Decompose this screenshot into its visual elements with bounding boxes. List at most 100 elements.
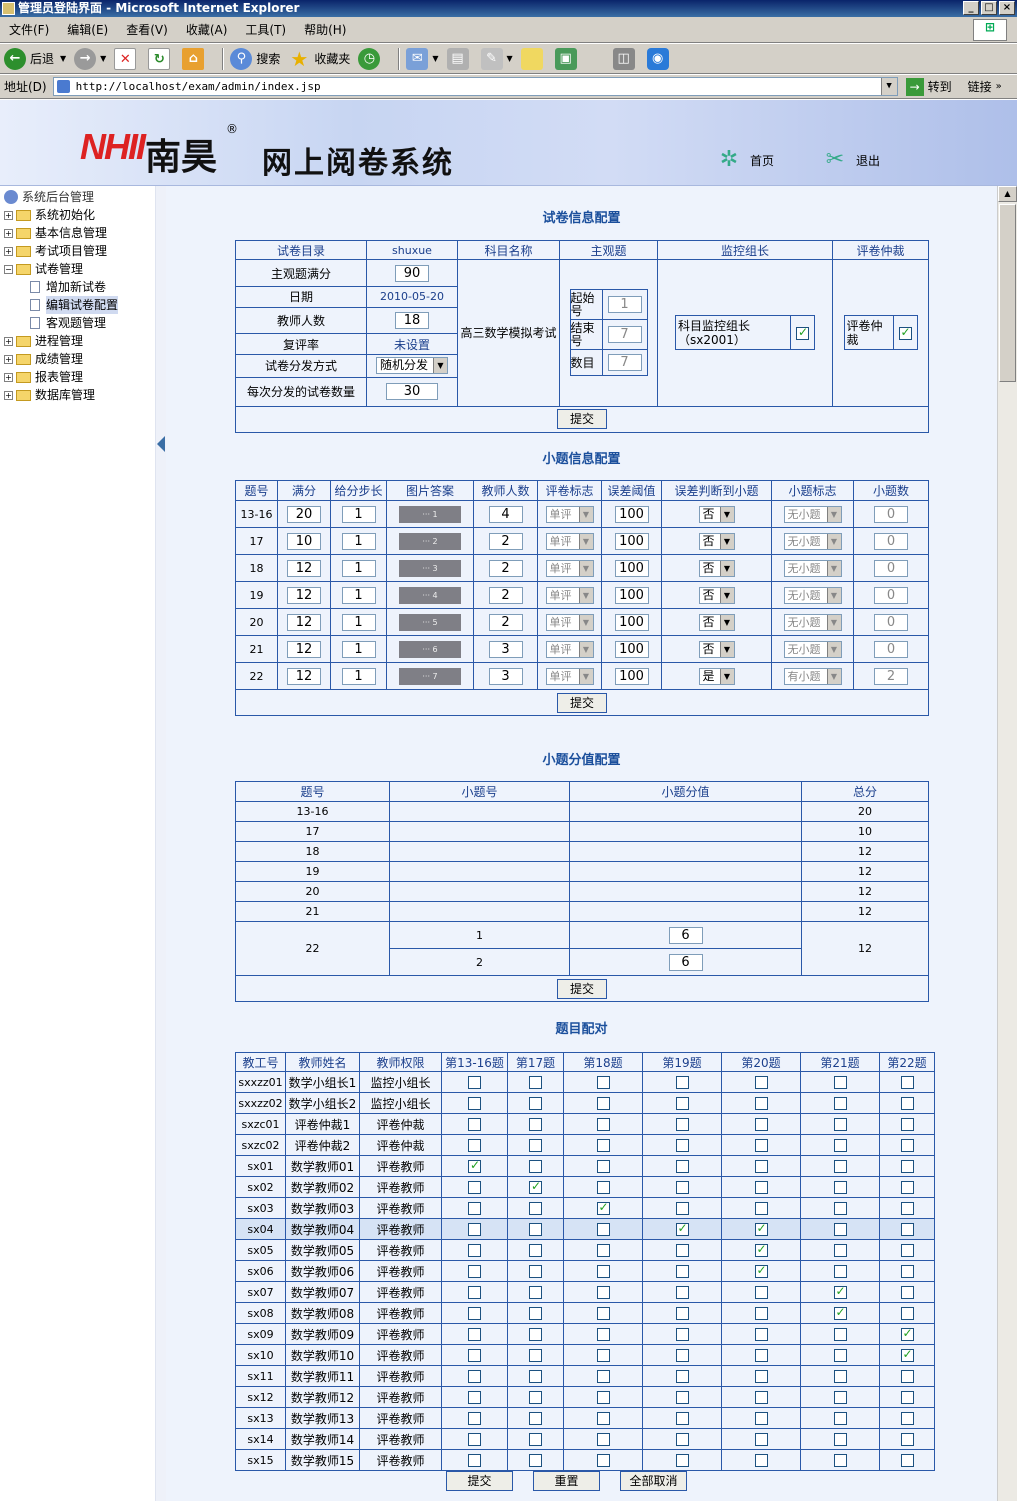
items-submit-button[interactable]: 提交 [556,692,607,713]
count-input[interactable]: 7 [607,354,642,372]
start-input[interactable]: 1 [607,296,642,314]
assign-checkbox[interactable] [900,1326,914,1341]
assign-checkbox[interactable] [529,1285,542,1299]
assign-checkbox[interactable] [596,1222,610,1236]
item-threshold-input[interactable]: 100 [614,505,649,523]
score-value-input[interactable]: 6 [668,953,703,971]
item-threshold-input[interactable]: 100 [614,640,649,658]
assign-checkbox[interactable] [529,1327,542,1341]
assign-checkbox[interactable] [596,1200,610,1215]
menu-help[interactable]: 帮助(H) [295,21,355,38]
item-teachers-input[interactable]: 3 [488,667,523,685]
assign-checkbox[interactable] [468,1243,481,1257]
forward-button[interactable]: → ▼ [74,47,106,70]
assign-checkbox[interactable] [754,1306,768,1320]
assign-checkbox[interactable] [833,1453,847,1467]
assign-checkbox[interactable] [468,1369,481,1383]
assign-checkbox[interactable] [529,1179,542,1194]
item-threshold-input[interactable]: 100 [614,613,649,631]
assign-checkbox[interactable] [529,1369,542,1383]
assign-checkbox[interactable] [596,1327,610,1341]
assign-checkbox[interactable] [754,1263,768,1278]
assign-checkbox[interactable] [468,1285,481,1299]
item-step-input[interactable]: 1 [341,586,376,604]
assign-checkbox[interactable] [468,1306,481,1320]
assign-checkbox[interactable] [754,1390,768,1404]
collapse-arrow-icon[interactable] [157,436,165,452]
assign-checkbox[interactable] [900,1264,914,1278]
links-button[interactable]: 链接 [968,78,992,95]
assign-checkbox[interactable] [596,1411,610,1425]
assign-checkbox[interactable] [833,1180,847,1194]
item-flag-select[interactable]: 单评 ▼ [545,559,594,577]
assign-checkbox[interactable] [529,1159,542,1173]
assign-checkbox[interactable] [900,1138,914,1152]
expand-icon[interactable]: + [4,246,13,256]
item-step-input[interactable]: 1 [341,667,376,685]
print-button[interactable]: ▤ [446,47,473,70]
assign-checkbox[interactable] [833,1348,847,1362]
assign-checkbox[interactable] [675,1432,689,1446]
item-count-input[interactable]: 0 [874,505,908,523]
item-count-input[interactable]: 0 [874,613,908,631]
close-window-button[interactable]: × [999,1,1015,15]
assign-checkbox[interactable] [596,1096,610,1110]
item-sub-select[interactable]: 无小题 ▼ [783,613,842,631]
item-count-input[interactable]: 0 [874,532,908,550]
item-step-input[interactable]: 1 [341,505,376,523]
item-flag-select[interactable]: 单评 ▼ [545,532,594,550]
item-full-input[interactable]: 12 [287,667,321,685]
assign-checkbox[interactable] [675,1096,689,1110]
item-judge-select[interactable]: 否 ▼ [698,586,735,604]
home-button[interactable]: ⌂ [182,47,208,70]
vertical-scrollbar[interactable]: ▲ [997,186,1017,1501]
assign-checkbox[interactable] [675,1159,689,1173]
item-judge-select[interactable]: 否 ▼ [698,559,735,577]
item-step-input[interactable]: 1 [341,532,376,550]
minimize-button[interactable]: _ [963,1,979,15]
item-sub-select[interactable]: 无小题 ▼ [783,640,842,658]
assign-checkbox[interactable] [529,1411,542,1425]
assign-checkbox[interactable] [529,1264,542,1278]
assign-checkbox[interactable] [833,1243,847,1257]
assign-checkbox[interactable] [754,1138,768,1152]
assign-checkbox[interactable] [833,1222,847,1236]
assign-checkbox[interactable] [675,1117,689,1131]
assign-checkbox[interactable] [900,1243,914,1257]
item-image-answer[interactable]: ··· 7 [399,667,461,685]
assign-checkbox[interactable] [529,1306,542,1320]
assign-checkbox[interactable] [468,1390,481,1404]
assign-checkbox[interactable] [468,1201,481,1215]
assign-checkbox[interactable] [675,1285,689,1299]
mail-button[interactable]: ✉ ▼ [406,47,439,70]
sidebar-item-3[interactable]: − 试卷管理 [4,260,155,278]
item-image-answer[interactable]: ··· 2 [399,532,461,550]
assign-checkbox[interactable] [675,1075,689,1089]
assign-checkbox[interactable] [529,1075,542,1089]
assign-checkbox[interactable] [900,1453,914,1467]
assign-checkbox[interactable] [468,1453,481,1467]
item-full-input[interactable]: 10 [287,532,321,550]
assign-checkbox[interactable] [754,1432,768,1446]
menu-edit[interactable]: 编辑(E) [58,21,117,38]
assign-checkbox[interactable] [529,1390,542,1404]
assign-checkbox[interactable] [833,1305,847,1320]
home-link[interactable]: ✲ 首页 [716,147,774,173]
tree-root[interactable]: 系统后台管理 [4,188,155,206]
item-image-answer[interactable]: ··· 6 [399,640,461,658]
menu-favorites[interactable]: 收藏(A) [177,21,237,38]
item-judge-select[interactable]: 是 ▼ [698,667,735,685]
item-flag-select[interactable]: 单评 ▼ [545,613,594,631]
assign-checkbox[interactable] [468,1432,481,1446]
assign-checkbox[interactable] [900,1390,914,1404]
collapse-icon[interactable]: − [4,264,13,274]
assign-checkbox[interactable] [675,1411,689,1425]
assign-checkbox[interactable] [754,1411,768,1425]
item-step-input[interactable]: 1 [341,640,376,658]
assign-checkbox[interactable] [675,1264,689,1278]
assign-checkbox[interactable] [900,1222,914,1236]
assign-checkbox[interactable] [900,1201,914,1215]
item-full-input[interactable]: 12 [287,559,321,577]
menu-file[interactable]: 文件(F) [0,21,58,38]
assign-checkbox[interactable] [675,1390,689,1404]
